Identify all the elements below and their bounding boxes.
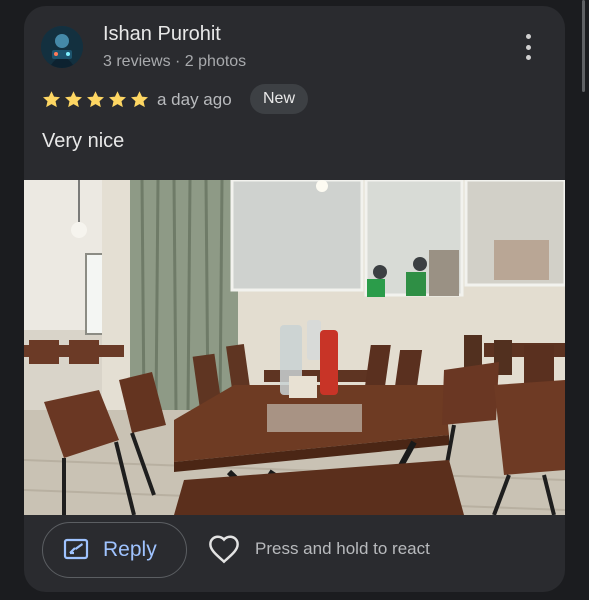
restaurant-photo-image (24, 180, 565, 515)
heart-outline-icon (209, 535, 239, 564)
star-icon (65, 91, 82, 108)
star-icon (131, 91, 148, 108)
review-text: Very nice (42, 130, 125, 152)
more-options-button[interactable] (516, 32, 540, 62)
new-badge: New (250, 84, 309, 114)
reply-label: Reply (103, 538, 157, 561)
avatar-image (41, 26, 83, 68)
review-time: a day ago (157, 90, 232, 109)
scrollbar[interactable] (582, 0, 585, 92)
reviewer-avatar[interactable] (41, 26, 83, 68)
reviewer-name[interactable]: Ishan Purohit (103, 23, 221, 46)
review-photo[interactable] (24, 180, 565, 515)
star-icon (87, 91, 104, 108)
star-icon (43, 91, 60, 108)
star-rating (41, 89, 150, 110)
reply-button[interactable]: Reply (42, 522, 187, 578)
review-card: Ishan Purohit 3 reviews · 2 photos a day… (24, 6, 565, 592)
react-button[interactable]: Press and hold to react (207, 534, 430, 564)
star-icon (109, 91, 126, 108)
reply-icon (63, 538, 89, 560)
react-label: Press and hold to react (255, 539, 430, 558)
reviewer-meta: 3 reviews · 2 photos (103, 53, 247, 70)
